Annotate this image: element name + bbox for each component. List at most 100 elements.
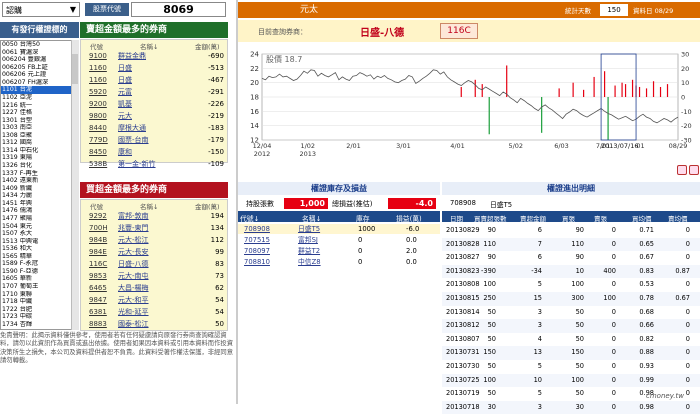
broker-row[interactable]: 8440 摩根大通 -183 xyxy=(86,124,224,133)
stock-list-item[interactable]: 1402 遠東新 xyxy=(1,177,78,185)
broker-code[interactable]: 9853 xyxy=(89,272,107,281)
stock-list-item[interactable]: 1710 東聯 xyxy=(1,291,78,299)
stock-list-item[interactable]: 1477 聚陽 xyxy=(1,215,78,223)
stock-list[interactable]: 0050 台灣50 0061 寶滬深 006204 豐銀滬 006205 FB上証 00… xyxy=(0,40,79,330)
stock-list-item[interactable]: 1337 F-再生 xyxy=(1,170,78,178)
broker-row[interactable]: 116C 日盛-八德 83 xyxy=(86,260,224,269)
broker-code[interactable]: 6381 xyxy=(89,308,107,317)
broker-name[interactable]: 元大-長安 xyxy=(118,248,149,257)
sell-col-code[interactable]: 代號 xyxy=(90,41,103,51)
stock-list-item[interactable]: 1513 中興電 xyxy=(1,238,78,246)
inv-cell-code[interactable]: 708097 xyxy=(244,246,270,256)
broker-name[interactable]: 凱基 xyxy=(118,100,132,109)
inv-col-pnl[interactable]: 損益(萬) xyxy=(396,213,422,223)
broker-code[interactable]: 779D xyxy=(89,136,108,145)
stock-list-item[interactable]: 1301 台塑 xyxy=(1,117,78,125)
stock-list-item[interactable]: 1409 新纖 xyxy=(1,185,78,193)
broker-code[interactable]: 8440 xyxy=(89,124,107,133)
stock-list-item[interactable]: 006206 元上證 xyxy=(1,71,78,79)
inv-cell-code[interactable]: 708810 xyxy=(244,257,270,267)
broker-code[interactable]: 1160 xyxy=(89,76,107,85)
broker-row[interactable]: 779D 國票-台南 -179 xyxy=(86,136,224,145)
buy-col-value[interactable]: 金額(萬) xyxy=(195,201,220,211)
stock-list-item[interactable]: 1319 東陽 xyxy=(1,154,78,162)
broker-name[interactable]: 元大-和平 xyxy=(118,296,149,305)
broker-row[interactable]: 6465 大昌-楊梅 62 xyxy=(86,284,224,293)
sell-col-name[interactable]: 名稱↓ xyxy=(140,41,158,51)
broker-row[interactable]: 8450 康和 -150 xyxy=(86,148,224,157)
stock-list-item[interactable]: 1734 杏輝 xyxy=(1,321,78,329)
inv-cell-name[interactable]: 中信Z8 xyxy=(298,257,321,267)
broker-name[interactable]: 群益金鼎 xyxy=(118,52,146,61)
broker-code[interactable]: 5920 xyxy=(89,88,107,97)
detail-col-header[interactable]: 賣均價 xyxy=(668,213,688,223)
inv-cell-name[interactable]: 日盛T5 xyxy=(298,224,320,234)
broker-code[interactable]: 6465 xyxy=(89,284,107,293)
broker-row[interactable]: 9853 元大-南屯 73 xyxy=(86,272,224,281)
broker-name[interactable]: 元大-南屯 xyxy=(118,272,149,281)
broker-name[interactable]: 兆豐-東門 xyxy=(118,224,149,233)
broker-name[interactable]: 國泰-松江 xyxy=(118,320,149,329)
stock-list-item[interactable]: 0050 台灣50 xyxy=(1,41,78,49)
inv-cell-name[interactable]: 群益T2 xyxy=(298,246,320,256)
zoom-out-icon[interactable] xyxy=(689,165,699,175)
stock-list-item[interactable]: 1102 亞泥 xyxy=(1,94,78,102)
detail-col-header[interactable]: 買均價 xyxy=(632,213,652,223)
stock-list-item[interactable]: 1476 儒鴻 xyxy=(1,207,78,215)
broker-name[interactable]: 日盛-八德 xyxy=(118,260,149,269)
scrollbar-thumb[interactable] xyxy=(72,54,78,84)
stock-list-item[interactable]: 006207 FH滬深 xyxy=(1,79,78,87)
broker-code[interactable]: 9847 xyxy=(89,296,107,305)
broker-row[interactable]: 9292 富邦-敦南 194 xyxy=(86,212,224,221)
broker-name[interactable]: 大昌-楊梅 xyxy=(118,284,149,293)
inventory-row[interactable]: 708097 群益T2 0 2.0 xyxy=(238,246,440,256)
broker-row[interactable]: 700H 兆豐-東門 134 xyxy=(86,224,224,233)
broker-code[interactable]: 116C xyxy=(89,260,107,269)
broker-code[interactable]: 700H xyxy=(89,224,108,233)
warrant-type-select[interactable]: 認購 ▼ xyxy=(2,2,80,17)
inv-col-code[interactable]: 代號↓ xyxy=(240,213,259,223)
stock-list-item[interactable]: 1308 亞聚 xyxy=(1,132,78,140)
stock-list-item[interactable]: 1326 台化 xyxy=(1,162,78,170)
broker-code[interactable]: 9100 xyxy=(89,52,107,61)
broker-name[interactable]: 富邦-敦南 xyxy=(118,212,149,221)
broker-name[interactable]: 摩根大通 xyxy=(118,124,146,133)
broker-code[interactable]: 1160 xyxy=(89,64,107,73)
broker-code[interactable]: 9800 xyxy=(89,112,107,121)
stock-list-item[interactable]: 1723 中碳 xyxy=(1,313,78,321)
stock-list-item[interactable]: 1590 F-亞德 xyxy=(1,268,78,276)
stock-list-item[interactable]: 1718 中纖 xyxy=(1,298,78,306)
zoom-in-icon[interactable] xyxy=(677,165,687,175)
detail-col-header[interactable]: 買張 xyxy=(562,213,575,223)
stock-list-item[interactable]: 1565 精華 xyxy=(1,253,78,261)
broker-code[interactable]: 9200 xyxy=(89,100,107,109)
stock-list-item[interactable]: 1227 佳格 xyxy=(1,109,78,117)
broker-name[interactable]: 元大 xyxy=(118,112,132,121)
inventory-row[interactable]: 708810 中信Z8 0 0.0 xyxy=(238,257,440,267)
detail-col-header[interactable]: 日期 xyxy=(450,213,463,223)
broker-name[interactable]: 第一金-新竹 xyxy=(118,160,156,169)
stock-list-item[interactable]: 1605 華新 xyxy=(1,275,78,283)
broker-code[interactable]: 984B xyxy=(89,236,107,245)
broker-row[interactable]: 984E 元大-長安 99 xyxy=(86,248,224,257)
broker-name[interactable]: 日盛 xyxy=(118,76,132,85)
stock-list-item[interactable]: 1303 南亞 xyxy=(1,124,78,132)
broker-row[interactable]: 9200 凱基 -226 xyxy=(86,100,224,109)
stock-list-item[interactable]: 1434 力麗 xyxy=(1,192,78,200)
broker-name[interactable]: 元大-松江 xyxy=(118,236,149,245)
inv-col-name[interactable]: 名稱↓ xyxy=(302,213,321,223)
stock-list-item[interactable]: 1507 永大 xyxy=(1,230,78,238)
detail-col-header[interactable]: 賣超金額 xyxy=(520,213,546,223)
broker-code[interactable]: 8883 xyxy=(89,320,107,329)
stock-list-item[interactable]: 1707 葡萄王 xyxy=(1,283,78,291)
broker-row[interactable]: 1160 日盛 -513 xyxy=(86,64,224,73)
stock-list-item[interactable]: 1101 台泥 xyxy=(1,86,78,94)
buy-col-code[interactable]: 代號 xyxy=(90,201,103,211)
broker-row[interactable]: 5920 元富 -291 xyxy=(86,88,224,97)
broker-row[interactable]: 538B 第一金-新竹 -109 xyxy=(86,160,224,169)
broker-row[interactable]: 9847 元大-和平 54 xyxy=(86,296,224,305)
buy-col-name[interactable]: 名稱↓ xyxy=(140,201,158,211)
stock-list-item[interactable]: 0061 寶滬深 xyxy=(1,49,78,57)
stock-list-item[interactable]: 1216 統一 xyxy=(1,102,78,110)
broker-name[interactable]: 日盛 xyxy=(118,64,132,73)
